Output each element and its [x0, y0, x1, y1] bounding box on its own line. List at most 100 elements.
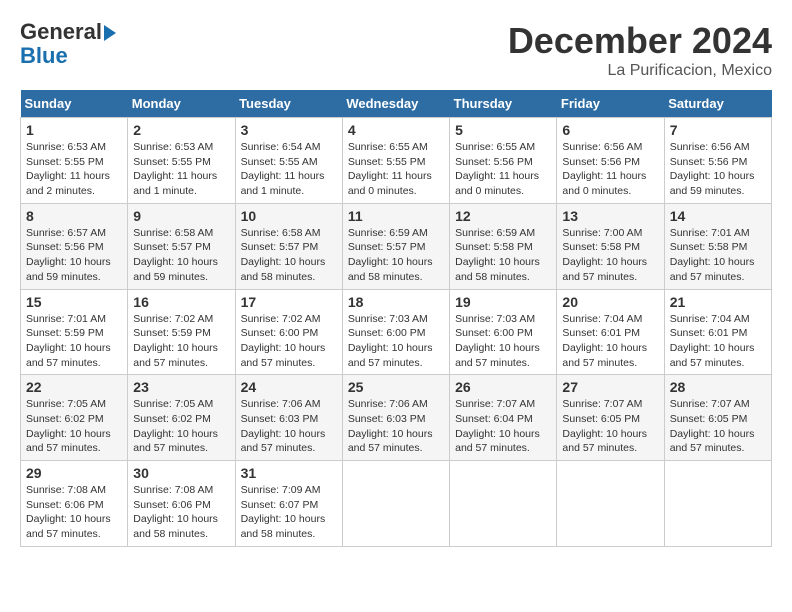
day-number: 25	[348, 379, 444, 395]
day-number: 30	[133, 465, 229, 481]
cell-info: Sunrise: 7:02 AMSunset: 6:00 PMDaylight:…	[241, 313, 326, 369]
logo-subtext: Blue	[20, 44, 68, 68]
cell-info: Sunrise: 7:07 AMSunset: 6:05 PMDaylight:…	[562, 398, 647, 454]
calendar-cell	[342, 461, 449, 547]
cell-info: Sunrise: 7:04 AMSunset: 6:01 PMDaylight:…	[562, 313, 647, 369]
calendar-week-1: 1 Sunrise: 6:53 AMSunset: 5:55 PMDayligh…	[21, 118, 772, 204]
day-number: 27	[562, 379, 658, 395]
calendar-cell: 28 Sunrise: 7:07 AMSunset: 6:05 PMDaylig…	[664, 375, 771, 461]
calendar-cell: 8 Sunrise: 6:57 AMSunset: 5:56 PMDayligh…	[21, 203, 128, 289]
day-number: 19	[455, 294, 551, 310]
calendar-header-row: SundayMondayTuesdayWednesdayThursdayFrid…	[21, 90, 772, 118]
cell-info: Sunrise: 7:06 AMSunset: 6:03 PMDaylight:…	[348, 398, 433, 454]
cell-info: Sunrise: 7:01 AMSunset: 5:59 PMDaylight:…	[26, 313, 111, 369]
calendar-cell	[450, 461, 557, 547]
calendar-cell: 7 Sunrise: 6:56 AMSunset: 5:56 PMDayligh…	[664, 118, 771, 204]
day-number: 14	[670, 208, 766, 224]
header-tuesday: Tuesday	[235, 90, 342, 118]
day-number: 10	[241, 208, 337, 224]
cell-info: Sunrise: 7:08 AMSunset: 6:06 PMDaylight:…	[133, 484, 218, 540]
day-number: 5	[455, 122, 551, 138]
calendar-cell: 31 Sunrise: 7:09 AMSunset: 6:07 PMDaylig…	[235, 461, 342, 547]
header-thursday: Thursday	[450, 90, 557, 118]
location-title: La Purificacion, Mexico	[508, 62, 772, 80]
calendar-cell: 6 Sunrise: 6:56 AMSunset: 5:56 PMDayligh…	[557, 118, 664, 204]
cell-info: Sunrise: 7:01 AMSunset: 5:58 PMDaylight:…	[670, 227, 755, 283]
day-number: 6	[562, 122, 658, 138]
calendar-cell: 25 Sunrise: 7:06 AMSunset: 6:03 PMDaylig…	[342, 375, 449, 461]
page-header: General Blue December 2024 La Purificaci…	[20, 20, 772, 80]
cell-info: Sunrise: 7:05 AMSunset: 6:02 PMDaylight:…	[26, 398, 111, 454]
calendar-cell: 14 Sunrise: 7:01 AMSunset: 5:58 PMDaylig…	[664, 203, 771, 289]
cell-info: Sunrise: 6:53 AMSunset: 5:55 PMDaylight:…	[133, 141, 217, 197]
day-number: 13	[562, 208, 658, 224]
calendar-cell: 21 Sunrise: 7:04 AMSunset: 6:01 PMDaylig…	[664, 289, 771, 375]
header-friday: Friday	[557, 90, 664, 118]
cell-info: Sunrise: 7:09 AMSunset: 6:07 PMDaylight:…	[241, 484, 326, 540]
calendar-cell: 22 Sunrise: 7:05 AMSunset: 6:02 PMDaylig…	[21, 375, 128, 461]
cell-info: Sunrise: 7:08 AMSunset: 6:06 PMDaylight:…	[26, 484, 111, 540]
day-number: 17	[241, 294, 337, 310]
logo: General Blue	[20, 20, 116, 68]
day-number: 7	[670, 122, 766, 138]
calendar-week-5: 29 Sunrise: 7:08 AMSunset: 6:06 PMDaylig…	[21, 461, 772, 547]
cell-info: Sunrise: 6:55 AMSunset: 5:56 PMDaylight:…	[455, 141, 539, 197]
calendar-cell: 3 Sunrise: 6:54 AMSunset: 5:55 AMDayligh…	[235, 118, 342, 204]
logo-text: General	[20, 20, 116, 44]
calendar-cell: 2 Sunrise: 6:53 AMSunset: 5:55 PMDayligh…	[128, 118, 235, 204]
cell-info: Sunrise: 7:00 AMSunset: 5:58 PMDaylight:…	[562, 227, 647, 283]
cell-info: Sunrise: 6:53 AMSunset: 5:55 PMDaylight:…	[26, 141, 110, 197]
calendar-cell: 16 Sunrise: 7:02 AMSunset: 5:59 PMDaylig…	[128, 289, 235, 375]
day-number: 26	[455, 379, 551, 395]
calendar-cell: 10 Sunrise: 6:58 AMSunset: 5:57 PMDaylig…	[235, 203, 342, 289]
calendar-cell: 17 Sunrise: 7:02 AMSunset: 6:00 PMDaylig…	[235, 289, 342, 375]
calendar-cell: 27 Sunrise: 7:07 AMSunset: 6:05 PMDaylig…	[557, 375, 664, 461]
calendar-cell: 23 Sunrise: 7:05 AMSunset: 6:02 PMDaylig…	[128, 375, 235, 461]
calendar-week-2: 8 Sunrise: 6:57 AMSunset: 5:56 PMDayligh…	[21, 203, 772, 289]
calendar-cell: 12 Sunrise: 6:59 AMSunset: 5:58 PMDaylig…	[450, 203, 557, 289]
day-number: 23	[133, 379, 229, 395]
calendar-cell: 15 Sunrise: 7:01 AMSunset: 5:59 PMDaylig…	[21, 289, 128, 375]
header-sunday: Sunday	[21, 90, 128, 118]
day-number: 15	[26, 294, 122, 310]
day-number: 2	[133, 122, 229, 138]
header-monday: Monday	[128, 90, 235, 118]
day-number: 21	[670, 294, 766, 310]
title-block: December 2024 La Purificacion, Mexico	[508, 20, 772, 80]
day-number: 28	[670, 379, 766, 395]
day-number: 4	[348, 122, 444, 138]
cell-info: Sunrise: 6:58 AMSunset: 5:57 PMDaylight:…	[133, 227, 218, 283]
day-number: 9	[133, 208, 229, 224]
calendar-cell: 1 Sunrise: 6:53 AMSunset: 5:55 PMDayligh…	[21, 118, 128, 204]
cell-info: Sunrise: 7:03 AMSunset: 6:00 PMDaylight:…	[348, 313, 433, 369]
calendar-table: SundayMondayTuesdayWednesdayThursdayFrid…	[20, 90, 772, 547]
day-number: 31	[241, 465, 337, 481]
day-number: 22	[26, 379, 122, 395]
day-number: 3	[241, 122, 337, 138]
day-number: 8	[26, 208, 122, 224]
header-saturday: Saturday	[664, 90, 771, 118]
calendar-cell: 18 Sunrise: 7:03 AMSunset: 6:00 PMDaylig…	[342, 289, 449, 375]
day-number: 20	[562, 294, 658, 310]
calendar-cell: 13 Sunrise: 7:00 AMSunset: 5:58 PMDaylig…	[557, 203, 664, 289]
cell-info: Sunrise: 6:59 AMSunset: 5:57 PMDaylight:…	[348, 227, 433, 283]
calendar-cell	[664, 461, 771, 547]
calendar-cell: 26 Sunrise: 7:07 AMSunset: 6:04 PMDaylig…	[450, 375, 557, 461]
cell-info: Sunrise: 7:05 AMSunset: 6:02 PMDaylight:…	[133, 398, 218, 454]
day-number: 18	[348, 294, 444, 310]
calendar-cell: 29 Sunrise: 7:08 AMSunset: 6:06 PMDaylig…	[21, 461, 128, 547]
cell-info: Sunrise: 7:04 AMSunset: 6:01 PMDaylight:…	[670, 313, 755, 369]
calendar-week-3: 15 Sunrise: 7:01 AMSunset: 5:59 PMDaylig…	[21, 289, 772, 375]
day-number: 11	[348, 208, 444, 224]
day-number: 16	[133, 294, 229, 310]
cell-info: Sunrise: 7:03 AMSunset: 6:00 PMDaylight:…	[455, 313, 540, 369]
calendar-cell: 11 Sunrise: 6:59 AMSunset: 5:57 PMDaylig…	[342, 203, 449, 289]
calendar-cell: 5 Sunrise: 6:55 AMSunset: 5:56 PMDayligh…	[450, 118, 557, 204]
calendar-cell: 30 Sunrise: 7:08 AMSunset: 6:06 PMDaylig…	[128, 461, 235, 547]
cell-info: Sunrise: 7:07 AMSunset: 6:04 PMDaylight:…	[455, 398, 540, 454]
cell-info: Sunrise: 6:59 AMSunset: 5:58 PMDaylight:…	[455, 227, 540, 283]
cell-info: Sunrise: 6:58 AMSunset: 5:57 PMDaylight:…	[241, 227, 326, 283]
day-number: 29	[26, 465, 122, 481]
calendar-cell: 19 Sunrise: 7:03 AMSunset: 6:00 PMDaylig…	[450, 289, 557, 375]
header-wednesday: Wednesday	[342, 90, 449, 118]
